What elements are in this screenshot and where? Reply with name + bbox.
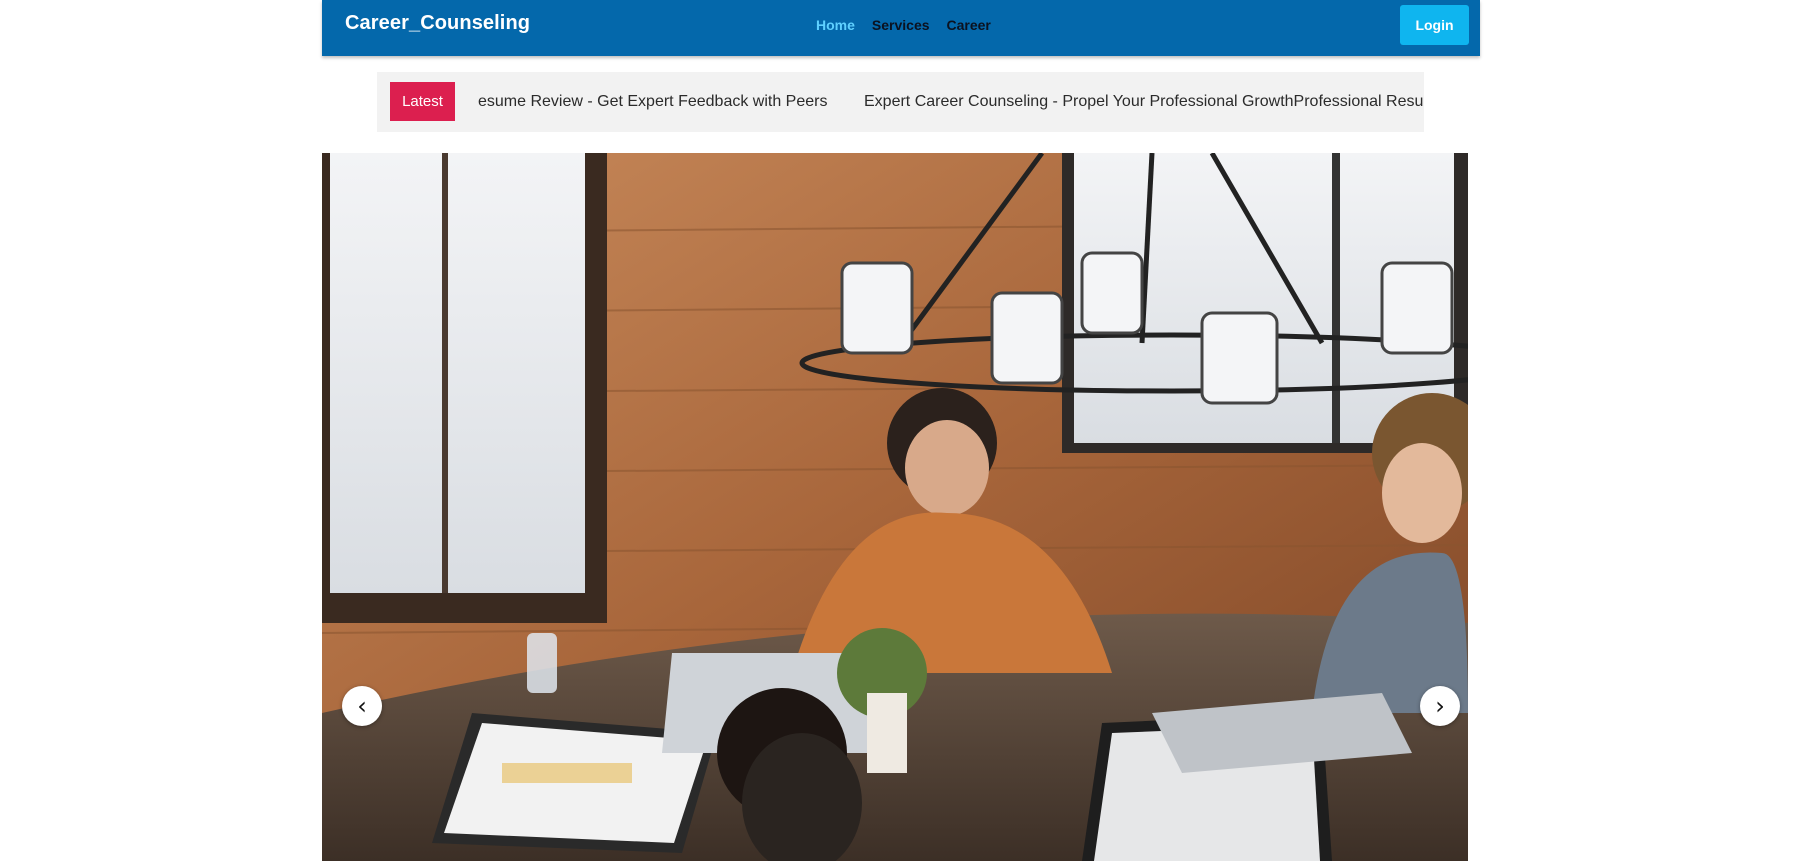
login-button[interactable]: Login — [1400, 5, 1469, 45]
nav-link-services[interactable]: Services — [872, 17, 930, 33]
carousel-prev-button[interactable]: ‹ — [342, 686, 382, 726]
news-ticker: Latest esume Review - Get Expert Feedbac… — [377, 72, 1424, 132]
ticker-track: esume Review - Get Expert Feedback with … — [478, 72, 1424, 132]
carousel-next-button[interactable]: › — [1420, 686, 1460, 726]
brand-logo[interactable]: Career_Counseling — [345, 12, 530, 35]
hero-carousel: ‹ › — [322, 153, 1468, 861]
latest-badge: Latest — [390, 82, 455, 121]
nav-link-home[interactable]: Home — [816, 17, 855, 33]
ticker-item[interactable]: Expert Career Counseling - Propel Your P… — [864, 93, 1424, 111]
nav-link-career[interactable]: Career — [947, 17, 991, 33]
top-navbar: Career_Counseling Home Services Career L… — [322, 0, 1480, 56]
main-nav: Home Services Career — [816, 17, 1008, 33]
ticker-item[interactable]: esume Review - Get Expert Feedback with … — [478, 93, 827, 111]
team-meeting-photo-icon — [322, 153, 1468, 861]
